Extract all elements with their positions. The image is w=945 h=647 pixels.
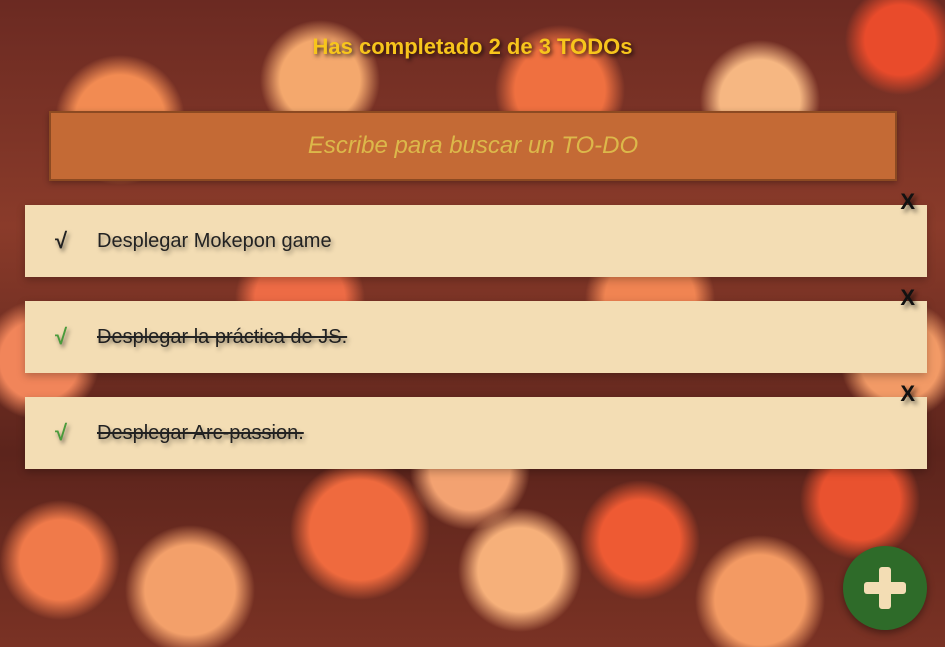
search-input[interactable] [49,111,897,181]
todo-item: √ Desplegar Mokepon game X [25,191,927,277]
todo-counter: Has completado 2 de 3 TODOs [312,34,633,59]
todo-item: √ Desplegar Arc-passion. X [25,383,927,469]
check-icon[interactable]: √ [25,324,97,350]
todo-text: Desplegar la práctica de JS. [97,325,348,348]
delete-icon[interactable]: X [900,287,915,309]
check-icon[interactable]: √ [25,420,97,446]
todo-item: √ Desplegar la práctica de JS. X [25,287,927,373]
delete-icon[interactable]: X [900,191,915,213]
todo-text: Desplegar Arc-passion. [97,421,304,444]
todo-app: Has completado 2 de 3 TODOs √ Desplegar … [0,0,945,647]
todo-text: Desplegar Mokepon game [97,229,332,252]
check-icon[interactable]: √ [25,228,97,254]
add-todo-button[interactable] [843,546,927,630]
plus-icon [864,567,906,609]
todo-list: √ Desplegar Mokepon game X √ Desplegar l… [25,191,927,493]
delete-icon[interactable]: X [900,383,915,405]
